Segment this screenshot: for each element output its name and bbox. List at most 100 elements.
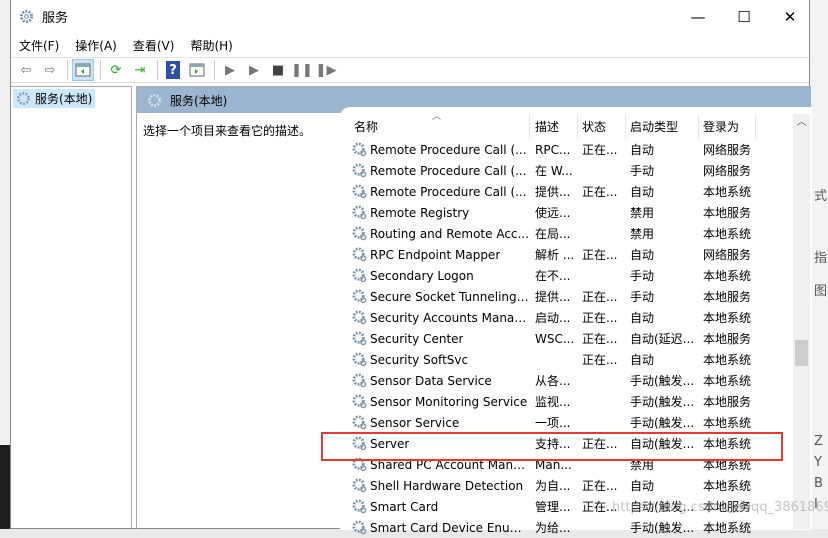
cell-name: Secure Socket Tunneling ... [340,289,530,304]
table-row[interactable]: Remote Procedure Call (... 在 W... 手动 网络服务 [340,160,769,181]
start-service-icon[interactable]: ▶ [219,59,241,81]
cell-description: 在局... [535,227,571,241]
gear-icon [352,142,367,157]
cell-startup-type: 自动 [630,185,655,199]
menu-view[interactable]: 查看(V) [133,37,175,54]
cell-startup-type: 禁用 [630,206,655,220]
cell-description: 在不... [535,269,571,283]
restart-service-icon[interactable]: ❚▶ [315,59,337,81]
table-row[interactable]: Shell Hardware Detection 为自... 正在... 自动 本地系统 [340,475,769,496]
window-title: 服务 [42,11,69,26]
cell-startup-type: 自动 [630,311,655,325]
export-list-icon[interactable]: ⇥ [129,59,151,81]
gear-icon [352,520,367,535]
table-row[interactable]: Shared PC Account Mana... Man... 禁用 本地系统 [340,454,769,475]
table-row[interactable]: Security Accounts Manag... 启动... 正在... 自动 本地… [340,307,769,328]
gear-icon [352,478,367,493]
bg-glyph: Z [814,434,823,449]
table-row[interactable]: Sensor Service 一项... 手动(触发... 本地系统 [340,412,769,433]
column-header-description[interactable]: 描述 [530,115,578,139]
cell-name: Secondary Logon [340,268,530,283]
cell-description: 启动... [535,311,571,325]
table-row[interactable]: Remote Procedure Call (... 提供... 正在... 自动 本地… [340,181,769,202]
table-row[interactable]: Remote Procedure Call (... RPC... 正在... 自动 网… [340,139,769,160]
menu-file[interactable]: 文件(F) [19,37,59,54]
cell-startup-type: 自动 [630,248,655,262]
table-row[interactable]: Security SoftSvc 正在... 自动 本地系统 [340,349,769,370]
column-header-startup-type[interactable]: 启动类型 [626,115,699,139]
menu-help[interactable]: 帮助(H) [190,37,232,54]
cell-log-on-as: 本地系统 [703,185,752,199]
cell-startup-type: 禁用 [630,227,655,241]
column-header-name[interactable]: 名称 [340,115,530,139]
gear-icon [16,91,31,106]
table-row[interactable]: Sensor Data Service 从各... 手动(触发... 本地系统 [340,370,769,391]
table-row[interactable]: Smart Card 管理... 正在... 自动(触发... 本地服务 [340,496,769,517]
cell-startup-type: 手动 [630,164,655,178]
tree-node-services-local[interactable]: 服务(本地) [13,89,96,108]
cell-name: Shared PC Account Mana... [340,457,530,472]
refresh-icon[interactable]: ⟳ [105,59,127,81]
column-header-status[interactable]: 状态 [578,115,626,139]
gear-icon [352,310,367,325]
column-header-log-on-as[interactable]: 登录为 [699,115,756,139]
cell-description: 一项... [535,416,571,430]
gear-icon [352,352,367,367]
properties-pane-icon[interactable] [186,59,208,81]
show-hide-console-tree-icon[interactable] [72,59,94,81]
cell-description: Man... [535,457,572,472]
bg-glyph: 指 [814,251,828,266]
stop-service-icon[interactable]: ■ [267,59,289,81]
pause-service-icon[interactable]: ❚❚ [291,59,313,81]
cell-startup-type: 自动 [630,353,655,367]
list-header: 名称 描述 状态 启动类型 登录为 [340,115,756,139]
menu-action[interactable]: 操作(A) [75,37,117,54]
service-name: Remote Procedure Call (... [370,163,527,178]
back-arrow-icon[interactable]: ⇦ [15,59,37,81]
bg-glyph: I [814,497,818,512]
gear-icon [352,499,367,514]
cell-log-on-as: 网络服务 [703,164,752,178]
service-name: Secondary Logon [370,268,474,283]
table-row[interactable]: Smart Card Device Enum... 为给... 手动(触发... 本地… [340,517,769,538]
service-name: Shell Hardware Detection [370,478,524,493]
close-button[interactable]: ✕ [767,0,813,33]
table-row[interactable]: RPC Endpoint Mapper 解析 ... 正在... 自动 网络服务 [340,244,769,265]
cell-description: 从各... [535,374,571,388]
table-row[interactable]: Secure Socket Tunneling ... 提供... 正在... 手动 本… [340,286,769,307]
cell-status: 正在... [582,248,618,262]
cell-name: Security Accounts Manag... [340,310,530,325]
cell-name: Security SoftSvc [340,352,530,367]
scrollbar-thumb[interactable] [795,340,808,366]
cell-description: 监视... [535,395,571,409]
cell-name: Remote Procedure Call (... [340,142,530,157]
table-row[interactable]: Remote Registry 使远... 禁用 本地服务 [340,202,769,223]
cell-name: Routing and Remote Acc... [340,226,530,241]
service-name: Routing and Remote Acc... [370,226,529,241]
cell-log-on-as: 本地服务 [703,332,752,346]
table-row[interactable]: Secondary Logon 在不... 手动 本地系统 [340,265,769,286]
cell-status: 正在... [582,290,618,304]
cell-log-on-as: 网络服务 [703,143,752,157]
service-name: Sensor Service [370,415,460,430]
cell-description: 提供... [535,185,571,199]
cell-log-on-as: 本地系统 [703,269,752,283]
service-name: Secure Socket Tunneling ... [370,289,530,304]
start-service-alt-icon[interactable]: ▶ [243,59,265,81]
cell-description: 在 W... [535,164,573,178]
cell-name: Sensor Service [340,415,530,430]
gear-icon [352,268,367,283]
table-row[interactable]: Security Center WSC... 正在... 自动(延迟... 本地服务 [340,328,769,349]
scroll-up-icon[interactable]: ︿ [793,114,810,131]
table-row[interactable]: Sensor Monitoring Service 监视... 手动(触发... 本地… [340,391,769,412]
vertical-scrollbar[interactable]: ︿ [793,114,810,529]
panel-title: 服务(本地) [170,93,228,108]
minimize-button[interactable]: — [675,0,721,33]
maximize-button[interactable]: ☐ [721,0,767,33]
help-icon[interactable]: ? [162,59,184,81]
cell-name: Sensor Monitoring Service [340,394,530,409]
table-row[interactable]: Routing and Remote Acc... 在局... 禁用 本地系统 [340,223,769,244]
cell-startup-type: 自动(触发... [630,500,695,514]
table-row[interactable]: Server 支持... 正在... 自动(触发... 本地系统 [340,433,769,454]
forward-arrow-icon[interactable]: ⇨ [39,59,61,81]
